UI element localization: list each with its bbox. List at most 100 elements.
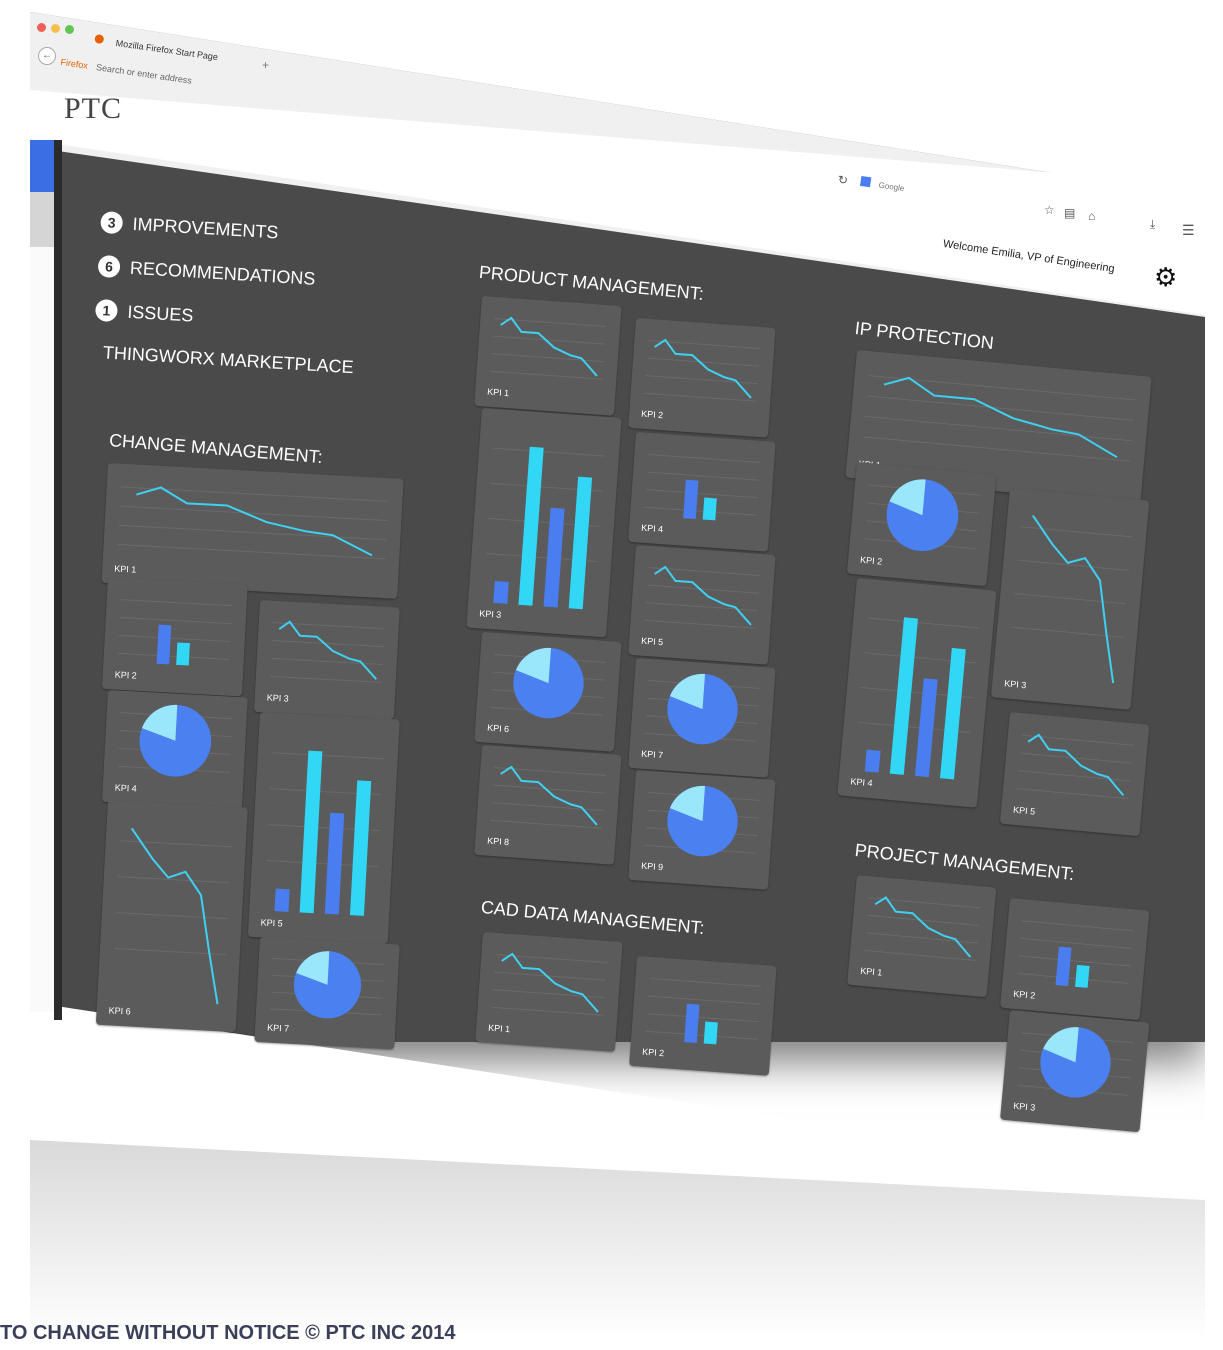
kpi-tile[interactable]: KPI 2: [846, 462, 997, 587]
line-chart: [644, 565, 761, 629]
kpi-label: KPI 2: [640, 408, 664, 421]
kpi-label: KPI 7: [266, 1022, 290, 1034]
summary-label: ISSUES: [126, 301, 194, 326]
kpi-tile[interactable]: KPI 1: [847, 875, 997, 998]
kpi-label: KPI 5: [1012, 804, 1036, 817]
downloads-icon[interactable]: ⤓: [1150, 217, 1155, 232]
sidebar-active-item[interactable]: [30, 140, 54, 192]
window-close-icon[interactable]: [37, 23, 46, 32]
kpi-label: KPI 4: [640, 522, 664, 535]
kpi-tile[interactable]: KPI 7: [254, 937, 400, 1050]
kpi-tile[interactable]: KPI 2: [629, 956, 777, 1076]
kpi-label: KPI 5: [640, 635, 664, 648]
kpi-label: KPI 2: [859, 554, 883, 567]
summary-list: 3 IMPROVEMENTS 6 RECOMMENDATIONS 1 ISSUE…: [92, 200, 362, 378]
window-zoom-icon[interactable]: [65, 25, 74, 34]
firefox-brand-label: Firefox: [59, 56, 89, 71]
kpi-label: KPI 3: [1012, 1100, 1036, 1113]
kpi-tile[interactable]: KPI 1: [475, 932, 623, 1052]
line-chart: [644, 338, 761, 402]
kpi-label: KPI 6: [108, 1005, 131, 1017]
sidebar-divider: [54, 140, 62, 1020]
new-tab-button[interactable]: +: [262, 58, 269, 72]
kpi-label: KPI 8: [486, 835, 510, 848]
bookmark-star-icon[interactable]: ☆: [1044, 203, 1055, 217]
kpi-tile[interactable]: KPI 2: [628, 318, 776, 438]
kpi-label: KPI 7: [640, 748, 664, 761]
count-badge: 1: [94, 298, 119, 323]
kpi-label: KPI 1: [486, 386, 510, 399]
kpi-label: KPI 2: [641, 1046, 665, 1059]
sidebar-item[interactable]: [30, 192, 54, 247]
kpi-label: KPI 2: [114, 669, 137, 681]
kpi-tile[interactable]: KPI 2: [101, 577, 248, 697]
bars2-chart: [645, 978, 762, 1045]
kpi-tile[interactable]: KPI 5: [628, 545, 776, 665]
bars4-chart: [485, 446, 605, 610]
kpi-tile[interactable]: KPI 3: [466, 408, 622, 638]
window-minimize-icon[interactable]: [51, 24, 60, 33]
bars2-chart: [644, 454, 761, 521]
summary-label: IMPROVEMENTS: [132, 213, 280, 243]
bars4-chart: [265, 750, 384, 916]
footer-copyright: TO CHANGE WITHOUT NOTICE © PTC INC 2014: [0, 1322, 456, 1344]
kpi-tile[interactable]: KPI 3: [990, 488, 1150, 710]
bookmarks-list-icon[interactable]: ▤: [1064, 206, 1075, 220]
kpi-label: KPI 1: [859, 965, 883, 978]
kpi-tile[interactable]: KPI 9: [628, 770, 776, 890]
kpi-label: KPI 3: [1003, 678, 1027, 691]
kpi-label: KPI 6: [486, 722, 510, 735]
line-chart: [864, 896, 981, 962]
line-chart: [490, 316, 607, 380]
firefox-icon: [94, 34, 105, 45]
kpi-tile[interactable]: KPI 4: [628, 432, 776, 552]
kpi-label: KPI 5: [260, 917, 283, 929]
kpi-label: KPI 1: [114, 563, 137, 575]
kpi-label: KPI 2: [1012, 988, 1036, 1001]
drop-chart: [113, 827, 232, 1005]
kpi-tile[interactable]: KPI 2: [1000, 898, 1150, 1021]
screenshot-stage: Mozilla Firefox Start Page + ← Firefox S…: [0, 0, 1223, 1340]
back-arrow-icon: ←: [42, 50, 52, 61]
pie-chart: [864, 479, 981, 552]
kpi-label: KPI 3: [266, 692, 289, 704]
kpi-tile[interactable]: KPI 4: [101, 690, 248, 810]
screen-reflection: [30, 1140, 1205, 1340]
kpi-tile[interactable]: KPI 1: [474, 296, 622, 416]
bars2-chart: [1017, 920, 1134, 988]
bars4-chart: [857, 617, 980, 780]
menu-icon[interactable]: ☰: [1182, 222, 1195, 239]
kpi-label: KPI 4: [850, 776, 873, 789]
gear-icon[interactable]: ⚙: [1154, 262, 1177, 293]
line-chart: [490, 765, 607, 829]
kpi-tile[interactable]: KPI 4: [837, 578, 997, 808]
kpi-label: KPI 9: [640, 860, 664, 873]
sidebar-panel: [30, 247, 54, 1012]
pie-chart: [490, 647, 607, 719]
kpi-label: KPI 1: [487, 1022, 511, 1035]
kpi-tile[interactable]: KPI 7: [628, 658, 776, 778]
kpi-tile[interactable]: KPI 3: [1000, 1010, 1150, 1133]
line-chart: [1017, 733, 1134, 800]
summary-label: RECOMMENDATIONS: [129, 257, 316, 289]
pie-chart: [644, 673, 761, 745]
search-engine-label: Google: [878, 180, 905, 194]
line-chart: [491, 952, 608, 1016]
kpi-tile[interactable]: KPI 6: [474, 632, 622, 752]
ptc-logo: PTC: [64, 92, 123, 125]
count-badge: 3: [100, 210, 124, 235]
reload-icon[interactable]: ↻: [838, 173, 848, 187]
kpi-tile[interactable]: KPI 8: [474, 745, 622, 865]
back-button[interactable]: ←: [38, 47, 56, 65]
kpi-tile[interactable]: KPI 5: [999, 712, 1150, 837]
kpi-label: KPI 3: [478, 608, 502, 620]
search-engine-icon: [860, 175, 872, 188]
count-badge: 6: [97, 254, 121, 279]
kpi-label: KPI 4: [114, 782, 137, 794]
drop-chart: [1011, 514, 1133, 684]
kpi-tile[interactable]: KPI 5: [247, 712, 400, 945]
kpi-tile[interactable]: KPI 3: [253, 600, 400, 720]
home-icon[interactable]: ⌂: [1088, 209, 1095, 223]
pie-chart: [644, 785, 761, 857]
kpi-tile[interactable]: KPI 6: [95, 800, 248, 1033]
